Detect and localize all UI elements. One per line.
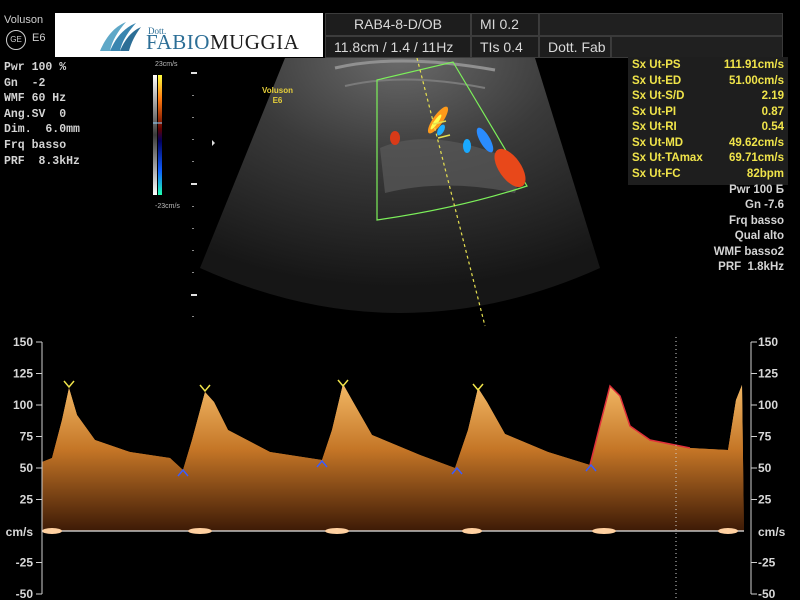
- depth-cell: 11.8cm / 1.4 / 11Hz: [325, 36, 471, 58]
- axis-tick-label: 75: [20, 430, 34, 444]
- rparam-wmf: WMF basso2: [713, 245, 784, 258]
- color-scale-top: 23cm/s: [155, 61, 178, 68]
- model-label: E6: [32, 32, 46, 44]
- logo-last-name: MUGGIA: [209, 30, 300, 54]
- measure-row: Sx Ut-TAmax 69.71cm/s: [632, 152, 784, 164]
- rparam-freq: Frq basso: [729, 214, 784, 227]
- rparam-prf: PRF 1.8kHz: [718, 261, 784, 274]
- measure-row: Sx Ut-MD 49.62cm/s: [632, 136, 784, 149]
- param-dim: Dim. 6.0mm: [4, 123, 80, 137]
- axis-tick-label: 25: [20, 493, 34, 507]
- peak-markers: [63, 379, 484, 393]
- header-blank-cell: [539, 13, 783, 36]
- image-label-line1: Voluson: [262, 86, 293, 95]
- param-freq: Frq basso: [4, 138, 67, 152]
- axis-tick-label: 125: [13, 367, 33, 381]
- ge-logo-icon: GE: [6, 30, 26, 50]
- ultrasound-image: [200, 58, 600, 327]
- mi-cell: MI 0.2: [471, 13, 539, 36]
- measure-row: Sx Ut-FC 82bpm: [632, 167, 784, 180]
- rparam-gain: Gn -7.6: [745, 199, 784, 212]
- measure-row: Sx Ut-RI 0.54: [632, 121, 784, 133]
- measure-row: Sx Ut-ED 51.00cm/s: [632, 74, 784, 87]
- measure-row: Sx Ut-S/D 2.19: [632, 90, 784, 102]
- axis-tick-label: 150: [13, 335, 33, 349]
- rparam-power: Pwr 100 Б: [729, 184, 784, 196]
- axis-tick-label: -25: [16, 556, 34, 570]
- measure-row: Sx Ut-PI 0.87: [632, 105, 784, 118]
- param-prf: PRF 8.3kHz: [4, 154, 80, 168]
- leaf-logo-icon: [100, 22, 141, 51]
- measurement-results-panel: Sx Ut-PS 111.91cm/s Sx Ut-ED 51.00cm/s Sx …: [628, 57, 788, 185]
- image-voluson-label: Voluson E6: [262, 86, 293, 106]
- velocity-axis-right: 150 125 100 75 50 25 -25 -50 cm/s: [750, 335, 786, 600]
- operator-cell: Dott. Fab: [539, 36, 611, 58]
- brand-label: Voluson: [4, 14, 44, 26]
- param-angle: Ang.SV 0: [4, 107, 67, 121]
- axis-tick-label: 75: [758, 430, 772, 444]
- axis-tick-label: 50: [758, 461, 772, 475]
- axis-tick-label: 100: [758, 398, 778, 412]
- param-power: Pwr 100 %: [4, 61, 67, 74]
- right-parameters: Pwr 100 Б Gn -7.6 Frq basso Qual alto WM…: [640, 183, 784, 275]
- param-wmf: WMF 60 Hz: [4, 92, 67, 106]
- velocity-axis-left: 150 125 100 75 50 25 -25 -50 cm/s: [6, 335, 43, 600]
- rparam-quality: Qual alto: [734, 230, 784, 243]
- logo-first-name: FABIO: [146, 30, 210, 54]
- logo-name: FABIOMUGGIA: [146, 30, 299, 55]
- color-velocity-bar: [153, 75, 162, 195]
- axis-tick-label: 25: [758, 493, 772, 507]
- probe-cell: RAB4-8-D/OB: [325, 13, 471, 36]
- color-scale-bottom: -23cm/s: [155, 203, 180, 210]
- axis-tick-label: -50: [16, 587, 34, 600]
- axis-tick-label: 100: [13, 398, 33, 412]
- param-gain: Gn -2: [4, 76, 46, 90]
- axis-unit-label: cm/s: [758, 525, 786, 539]
- axis-tick-label: -25: [758, 556, 776, 570]
- left-parameters: Pwr 100 % Gn -2 WMF 60 Hz Ang.SV 0 Dim. …: [4, 60, 80, 169]
- tis-cell: TIs 0.4: [471, 36, 539, 58]
- axis-tick-label: 125: [758, 367, 778, 381]
- spectral-doppler-display: 150 125 100 75 50 25 -25 -50 cm/s 150 125 100 75 50 2…: [6, 335, 786, 600]
- axis-tick-label: -50: [758, 587, 776, 600]
- axis-tick-label: 50: [20, 461, 34, 475]
- measure-row: Sx Ut-PS 111.91cm/s: [632, 59, 784, 71]
- axis-tick-label: 150: [758, 335, 778, 349]
- axis-unit-label: cm/s: [6, 525, 34, 539]
- header-blank-cell-2: [611, 36, 783, 58]
- image-label-line2: E6: [272, 96, 283, 105]
